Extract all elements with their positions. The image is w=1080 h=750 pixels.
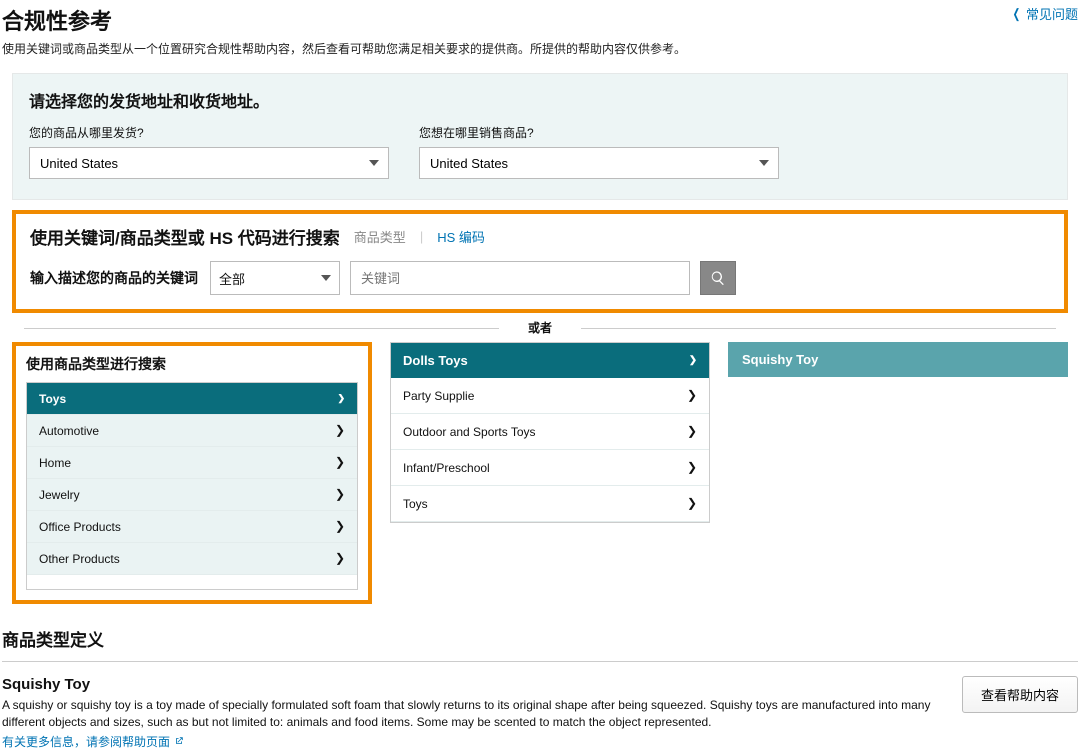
chevron-right-icon: ❯ <box>335 519 345 534</box>
category-level2-item[interactable]: Party Supplie ❯ <box>391 378 709 414</box>
chevron-right-icon: ❯ <box>335 423 345 438</box>
definition-help-link-label: 有关更多信息，请参阅帮助页面 <box>2 733 170 750</box>
category-item-label: Infant/Preschool <box>403 461 490 475</box>
external-link-icon <box>174 736 184 746</box>
page-title: 合规性参考 <box>2 4 112 36</box>
category-level1-list[interactable]: Toys ❯ Automotive ❯ Home ❯ Jewelry ❯ Off… <box>26 382 358 590</box>
definition-section-title: 商品类型定义 <box>2 626 1078 651</box>
search-heading: 使用关键词/商品类型或 HS 代码进行搜索 <box>30 224 340 249</box>
chevron-left-icon: ❮ <box>1013 6 1021 22</box>
category-level2-panel: Dolls Toys ❯ Party Supplie ❯ Outdoor and… <box>390 342 710 523</box>
category-item-label: Office Products <box>39 520 121 534</box>
keyword-input[interactable] <box>350 261 690 295</box>
divider <box>2 661 1078 662</box>
sell-where-label: 您想在哪里销售商品? <box>419 124 779 141</box>
chevron-right-icon: ❯ <box>687 424 697 439</box>
category-level3-selected[interactable]: Squishy Toy <box>728 342 1068 377</box>
tab-hs-code[interactable]: HS 编码 <box>437 227 485 246</box>
category-level3-panel: Squishy Toy <box>728 342 1068 377</box>
definition-desc: A squishy or squishy toy is a toy made o… <box>2 697 942 731</box>
chevron-right-icon: ❯ <box>335 455 345 470</box>
category-level2-item[interactable]: Infant/Preschool ❯ <box>391 450 709 486</box>
chevron-right-icon: ❯ <box>687 496 697 511</box>
search-button[interactable] <box>700 261 736 295</box>
chevron-right-icon: ❯ <box>335 551 345 566</box>
category-item-label: Party Supplie <box>403 389 474 403</box>
or-divider: 或者 <box>12 319 1068 336</box>
category-level2-head-label: Dolls Toys <box>403 353 468 368</box>
search-scope-value: 全部 <box>219 269 245 288</box>
search-scope-dropdown[interactable]: 全部 <box>210 261 340 295</box>
faq-link[interactable]: ❮ 常见问题 <box>1011 4 1078 23</box>
page-subtitle: 使用关键词或商品类型从一个位置研究合规性帮助内容，然后查看可帮助您满足相关要求的… <box>0 38 1080 67</box>
address-heading: 请选择您的发货地址和收货地址。 <box>29 88 1051 112</box>
category-item-label: Outdoor and Sports Toys <box>403 425 536 439</box>
category-heading: 使用商品类型进行搜索 <box>26 354 358 374</box>
category-item-label: Jewelry <box>39 488 80 502</box>
category-item-label: Toys <box>39 392 66 406</box>
category-search-panel: 使用商品类型进行搜索 Toys ❯ Automotive ❯ Home ❯ Je… <box>12 342 372 604</box>
category-level2-item[interactable]: Toys ❯ <box>391 486 709 522</box>
ship-from-select[interactable]: United States <box>29 147 389 179</box>
category-item-home[interactable]: Home ❯ <box>27 447 357 479</box>
tab-product-type[interactable]: 商品类型 <box>354 227 406 246</box>
category-item-label: Automotive <box>39 424 99 438</box>
chevron-right-icon: ❯ <box>338 391 345 406</box>
category-level2-head[interactable]: Dolls Toys ❯ <box>391 343 709 378</box>
chevron-right-icon: ❯ <box>335 487 345 502</box>
address-panel: 请选择您的发货地址和收货地址。 您的商品从哪里发货? United States… <box>12 73 1068 200</box>
view-help-button[interactable]: 查看帮助内容 <box>962 676 1078 713</box>
keyword-search-panel: 使用关键词/商品类型或 HS 代码进行搜索 商品类型 | HS 编码 输入描述您… <box>12 210 1068 313</box>
chevron-right-icon: ❯ <box>687 388 697 403</box>
category-item-office[interactable]: Office Products ❯ <box>27 511 357 543</box>
category-item-toys[interactable]: Toys ❯ <box>27 383 357 415</box>
ship-from-label: 您的商品从哪里发货? <box>29 124 389 141</box>
faq-link-label: 常见问题 <box>1026 4 1078 23</box>
definition-help-link[interactable]: 有关更多信息，请参阅帮助页面 <box>2 733 184 750</box>
category-level2-item[interactable]: Outdoor and Sports Toys ❯ <box>391 414 709 450</box>
sell-where-select[interactable]: United States <box>419 147 779 179</box>
category-item-other[interactable]: Other Products ❯ <box>27 543 357 575</box>
search-icon <box>710 270 726 286</box>
tab-separator: | <box>420 229 423 244</box>
category-item-label: Home <box>39 456 71 470</box>
category-item-label: Other Products <box>39 552 120 566</box>
definition-name: Squishy Toy <box>2 676 942 693</box>
category-item-label: Toys <box>403 497 428 511</box>
category-item-automotive[interactable]: Automotive ❯ <box>27 415 357 447</box>
chevron-right-icon: ❯ <box>689 353 697 368</box>
keyword-input-label: 输入描述您的商品的关键词 <box>30 268 200 288</box>
chevron-right-icon: ❯ <box>687 460 697 475</box>
category-item-jewelry[interactable]: Jewelry ❯ <box>27 479 357 511</box>
